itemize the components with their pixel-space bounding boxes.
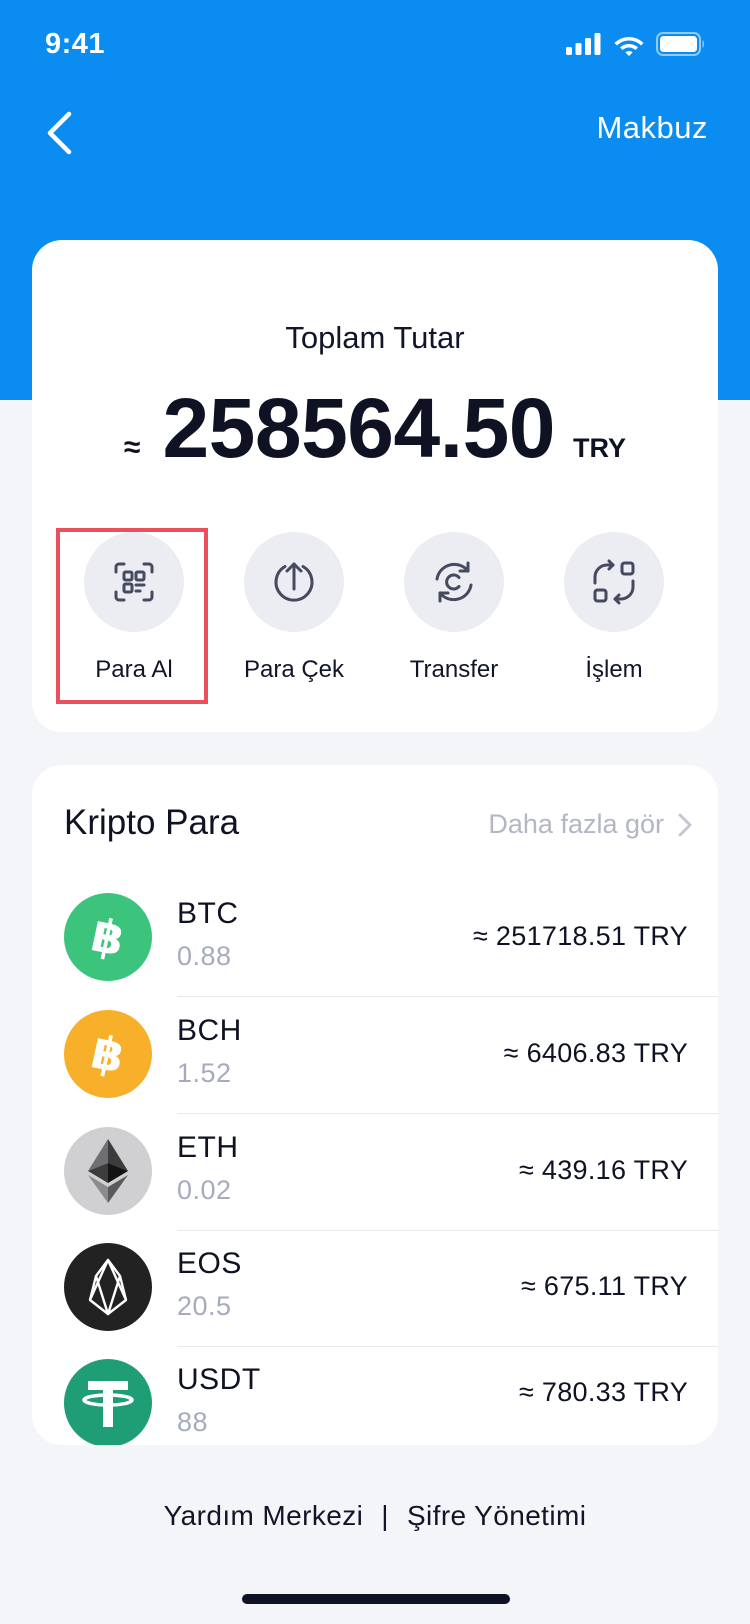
coin-value: ≈ 6406.83 TRY (503, 1038, 688, 1068)
coin-row-btc[interactable]: ฿ BTC 0.88 ≈ 251718.51 TRY (32, 893, 718, 1013)
total-amount-currency: TRY (573, 433, 627, 463)
action-circle (404, 532, 504, 632)
coin-logo: ฿ (64, 1010, 152, 1098)
approx-symbol: ≈ (123, 431, 141, 464)
help-center-link[interactable]: Yardım Merkezi (164, 1500, 364, 1531)
total-amount-value: 258564.50 (162, 381, 556, 475)
password-management-link[interactable]: Şifre Yönetimi (407, 1500, 586, 1531)
action-circle (564, 532, 664, 632)
coin-amount: 0.02 (177, 1175, 232, 1205)
battery-icon (656, 32, 704, 56)
receipt-button[interactable]: Makbuz (596, 110, 708, 146)
chevron-right-icon (678, 813, 692, 836)
coin-row-eos[interactable]: EOS 20.5 ≈ 675.11 TRY (32, 1243, 718, 1363)
see-more-link[interactable]: Daha fazla gör (488, 809, 692, 840)
coin-logo: ฿ (64, 893, 152, 981)
coin-symbol: BTC (177, 897, 239, 930)
transfer-c-icon (435, 561, 473, 603)
transfer-button[interactable]: Transfer (374, 532, 534, 684)
action-circle (244, 532, 344, 632)
coin-logo (64, 1359, 152, 1445)
coin-logo (64, 1243, 152, 1331)
action-label: Transfer (409, 656, 499, 683)
coin-value: ≈ 251718.51 TRY (473, 921, 688, 951)
chevron-left-icon (47, 111, 72, 155)
action-label: Para Çek (243, 656, 345, 683)
coin-symbol: BCH (177, 1014, 242, 1047)
coin-amount: 1.52 (177, 1058, 232, 1088)
status-icons (566, 32, 706, 56)
row-divider (177, 1346, 718, 1347)
coin-symbol: EOS (177, 1247, 242, 1280)
qr-scan-icon (114, 562, 154, 602)
row-divider (177, 1113, 718, 1114)
total-amount-label: Toplam Tutar (285, 320, 465, 355)
coin-amount: 88 (177, 1407, 209, 1437)
status-bar: 9:41 (0, 0, 750, 90)
footer-links: Yardım Merkezi | Şifre Yönetimi (0, 1500, 750, 1532)
coin-value: ≈ 675.11 TRY (520, 1271, 688, 1301)
footer-separator: | (381, 1500, 389, 1531)
coin-row-bch[interactable]: ฿ BCH 1.52 ≈ 6406.83 TRY (32, 1010, 718, 1130)
eos-icon (88, 1258, 128, 1316)
svg-text:฿: ฿ (87, 911, 130, 963)
balance-card: Toplam Tutar ≈ 258564.50 TRY Para Al Par… (32, 240, 718, 732)
coin-symbol: USDT (177, 1363, 261, 1396)
total-amount-row: ≈ 258564.50 TRY (32, 380, 718, 477)
crypto-card: Kripto Para Daha fazla gör ฿ BTC 0.88 ≈ … (32, 765, 718, 1445)
coin-row-usdt[interactable]: USDT 88 ≈ 780.33 TRY (32, 1359, 718, 1445)
bitcoin-cash-icon: ฿ (87, 1028, 130, 1080)
wifi-icon (614, 36, 644, 56)
coin-amount: 20.5 (177, 1291, 232, 1321)
coin-logo (64, 1127, 152, 1215)
transaction-button[interactable]: İşlem (534, 532, 694, 684)
coin-value: ≈ 780.33 TRY (518, 1377, 688, 1407)
svg-text:฿: ฿ (87, 1028, 130, 1080)
home-indicator (242, 1594, 510, 1604)
see-more-label: Daha fazla gör (488, 809, 664, 839)
tether-icon (82, 1381, 134, 1427)
coin-value: ≈ 439.16 TRY (518, 1155, 688, 1185)
action-label: Para Al (95, 656, 173, 683)
withdraw-money-button[interactable]: Para Çek (214, 532, 374, 684)
action-bar: Para Al Para Çek Transfer İşlem (32, 532, 718, 702)
bitcoin-icon: ฿ (87, 911, 130, 963)
row-divider (177, 996, 718, 997)
action-label: İşlem (585, 656, 643, 683)
receive-money-button[interactable]: Para Al (54, 532, 214, 684)
ethereum-icon (88, 1139, 128, 1203)
action-circle (84, 532, 184, 632)
row-divider (177, 1230, 718, 1231)
cellular-signal-icon (566, 33, 601, 55)
exchange-icon (593, 559, 635, 605)
coin-symbol: ETH (177, 1131, 239, 1164)
crypto-section-title: Kripto Para (64, 803, 240, 842)
coin-amount: 0.88 (177, 941, 232, 971)
status-time: 9:41 (45, 28, 106, 60)
upload-icon (274, 562, 314, 602)
coin-row-eth[interactable]: ETH 0.02 ≈ 439.16 TRY (32, 1127, 718, 1247)
back-button[interactable] (36, 108, 82, 158)
